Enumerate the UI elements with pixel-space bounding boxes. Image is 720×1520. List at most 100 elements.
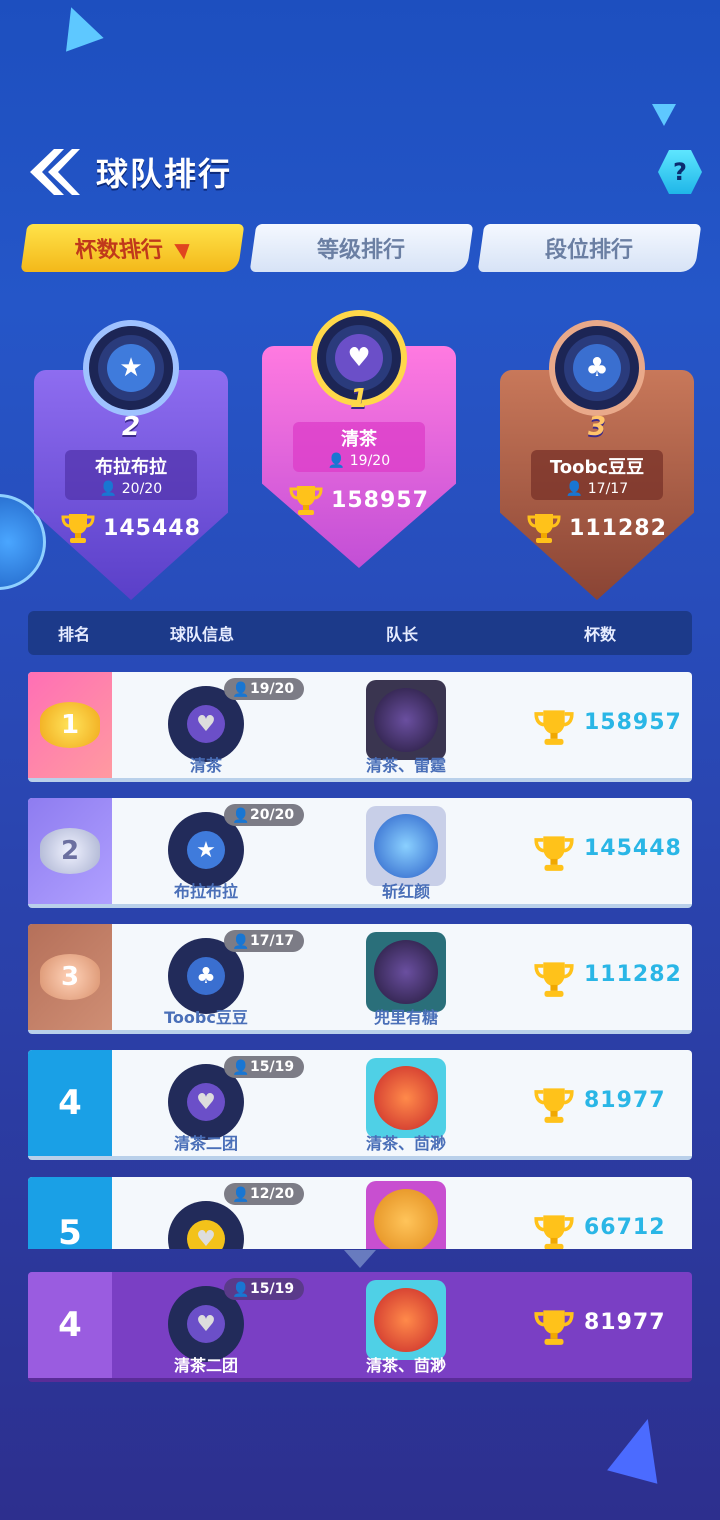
rank-cell: 2 [28, 798, 112, 904]
captain-avatar[interactable] [366, 680, 446, 760]
tab-tier-ranking[interactable]: 段位排行 [477, 224, 702, 272]
captain-avatar[interactable] [366, 1280, 446, 1360]
person-icon: 👤 [232, 1282, 250, 1298]
cup-score: 81977 [584, 1088, 666, 1113]
podium-cups: 158957 [262, 484, 456, 516]
trophy-icon [534, 1215, 574, 1249]
ranking-column-header: 排名 球队信息 队长 杯数 [28, 611, 692, 655]
podium-rank: 2 [121, 412, 141, 442]
ice-crown-avatar-icon [374, 814, 438, 878]
trophy-icon [534, 962, 574, 997]
rank-cell: 4 [28, 1272, 112, 1378]
team-badge: ♥ [168, 1201, 244, 1249]
col-cups: 杯数 [584, 625, 617, 644]
podium-second[interactable]: ★ 2 布拉布拉 👤 20/20 145448 [34, 300, 228, 600]
ranking-tabs: 杯数排行 ▼ 等级排行 段位排行 [20, 224, 702, 272]
table-row[interactable]: 2 ★ 👤 20/20 布拉布拉 斩红颜 145448 [28, 798, 692, 908]
captain-name: 清茶、雷霆 [365, 756, 446, 775]
captain-avatar[interactable] [366, 806, 446, 886]
tab-level-ranking[interactable]: 等级排行 [249, 224, 473, 272]
trophy-icon [534, 836, 574, 871]
decor-triangle [607, 1412, 673, 1484]
clover-icon: ♣ [573, 344, 621, 392]
scroll-down-indicator [344, 1250, 376, 1268]
dragon-avatar-icon [374, 1066, 438, 1130]
captain-name: 清茶、茴渺 [365, 1356, 446, 1375]
podium-third[interactable]: ♣ 3 Toobc豆豆 👤 17/17 111282 [500, 300, 694, 600]
podium-members: 👤 19/20 [327, 453, 391, 469]
rank-cell: 4 [28, 1050, 112, 1156]
podium-members: 👤 20/20 [99, 481, 163, 497]
podium-score: 111282 [569, 515, 667, 541]
caret-down-icon: ▼ [172, 238, 192, 262]
member-count: 👤 20/20 [224, 804, 305, 826]
podium-score: 145448 [103, 515, 201, 541]
podium-cups: 111282 [500, 512, 694, 544]
person-icon: 👤 [232, 1060, 250, 1076]
table-row[interactable]: 3 ♣ 👤 17/17 Toobc豆豆 兜里有糖 111282 [28, 924, 692, 1034]
captain-name: 清茶、茴渺 [365, 1134, 446, 1153]
captain-avatar[interactable] [366, 1181, 446, 1249]
page-header: 球队排行 [24, 140, 232, 204]
venom-avatar-icon [374, 940, 438, 1004]
table-row[interactable]: 5 ♥ 👤 12/20 66712 [28, 1177, 692, 1249]
podium-score: 158957 [331, 487, 429, 513]
podium-first[interactable]: ♥ 1 清茶 👤 19/20 158957 [262, 276, 456, 576]
decor-triangle [52, 0, 104, 52]
captain-avatar[interactable] [366, 1058, 446, 1138]
member-count: 👤 15/19 [224, 1278, 305, 1300]
cup-score: 158957 [584, 710, 682, 735]
person-icon: 👤 [232, 934, 250, 950]
table-row[interactable]: 1 ♥ 👤 19/20 清茶 清茶、雷霆 158957 [28, 672, 692, 782]
team-name: Toobc豆豆 [164, 1008, 248, 1027]
podium-rank: 1 [349, 384, 369, 414]
podium-info: 布拉布拉 👤 20/20 [65, 450, 197, 500]
cup-score: 145448 [584, 836, 682, 861]
moon-star-icon: ★ [107, 344, 155, 392]
clover-icon: ♣ [187, 957, 225, 995]
member-count: 👤 12/20 [224, 1183, 305, 1205]
podium-team-name: Toobc豆豆 [549, 457, 645, 478]
team-name: 布拉布拉 [173, 882, 238, 901]
tab-cup-ranking[interactable]: 杯数排行 ▼ [20, 224, 245, 272]
person-icon: 👤 [232, 808, 250, 824]
bronze-medal-icon: 3 [40, 954, 100, 1000]
table-row[interactable]: 4 ♥ 👤 15/19 清茶二团 清茶、茴渺 81977 [28, 1050, 692, 1160]
team-name: 清茶二团 [173, 1356, 238, 1375]
trophy-icon [61, 514, 95, 543]
trophy-icon [534, 1088, 574, 1123]
heart-icon: ♥ [187, 1083, 225, 1121]
podium-rank: 3 [587, 412, 607, 442]
heart-icon: ♥ [187, 705, 225, 743]
member-count: 👤 17/17 [224, 930, 305, 952]
my-team-row[interactable]: 4 ♥ 👤 15/19 清茶二团 清茶、茴渺 81977 [28, 1272, 692, 1382]
heart-icon: ♥ [335, 334, 383, 382]
silver-medal-icon: 2 [40, 828, 100, 874]
trophy-icon [534, 710, 574, 745]
col-captain: 队长 [386, 625, 419, 644]
team-emblem: ♣ [549, 320, 645, 416]
podium-cups: 145448 [34, 512, 228, 544]
captain-avatar[interactable] [366, 932, 446, 1012]
person-icon: 👤 [232, 1187, 250, 1203]
team-name: 清茶 [189, 756, 222, 775]
gold-medal-icon: 1 [40, 702, 100, 748]
podium-info: Toobc豆豆 👤 17/17 [531, 450, 663, 500]
podium-info: 清茶 👤 19/20 [293, 422, 425, 472]
member-count: 👤 15/19 [224, 1056, 305, 1078]
trophy-icon [534, 1310, 574, 1345]
team-emblem: ★ [83, 320, 179, 416]
moon-star-icon: ★ [187, 831, 225, 869]
cup-score: 111282 [584, 962, 682, 987]
question-icon: ? [673, 158, 687, 186]
heart-icon: ♥ [187, 1220, 225, 1249]
help-button[interactable]: ? [658, 150, 702, 194]
venom-avatar-icon [374, 688, 438, 752]
trophy-icon [527, 514, 561, 543]
trophy-icon [289, 486, 323, 515]
captain-name: 斩红颜 [381, 882, 430, 901]
rank-cell: 1 [28, 672, 112, 778]
page-title: 球队排行 [96, 155, 233, 193]
back-arrow-icon[interactable] [24, 143, 82, 201]
cup-score: 66712 [584, 1215, 666, 1240]
